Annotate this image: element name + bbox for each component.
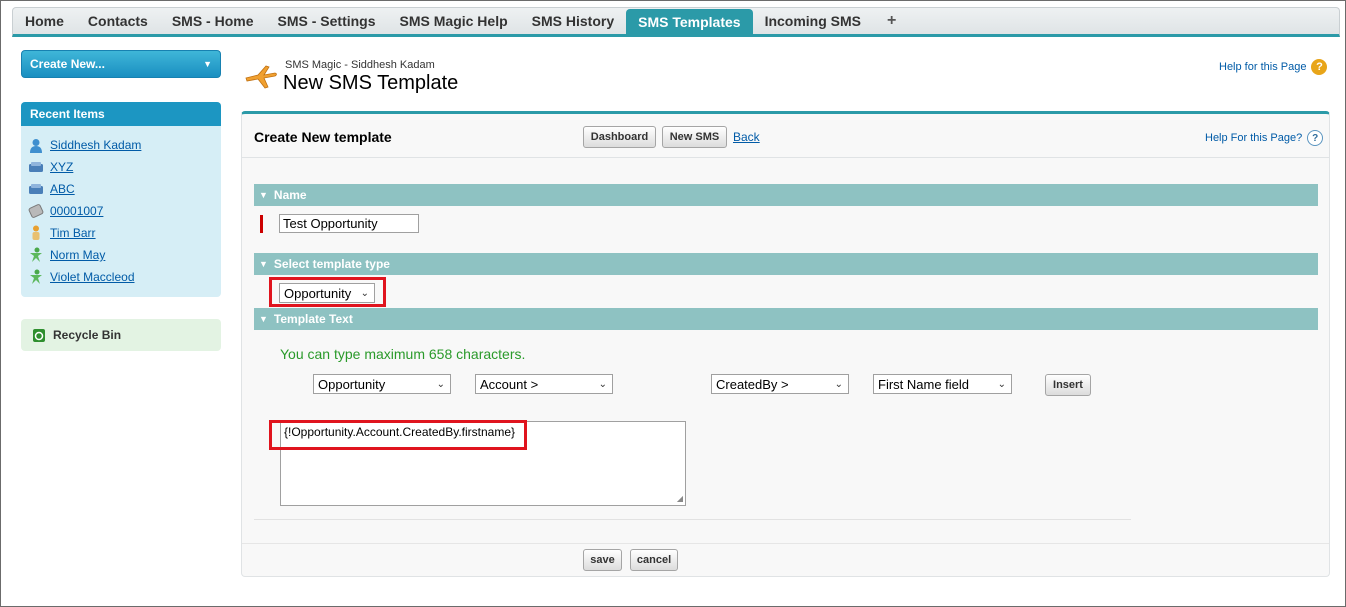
recent-item-link[interactable]: Violet Maccleod: [50, 270, 135, 284]
tab-sms-settings[interactable]: SMS - Settings: [266, 8, 388, 34]
section-name-header[interactable]: ▼ Name: [254, 184, 1318, 206]
highlight-box: [269, 420, 527, 450]
recycle-bin-label: Recycle Bin: [53, 328, 122, 342]
lead-icon: [28, 225, 44, 241]
relation-field-select-2[interactable]: CreatedBy > ⌄: [711, 374, 849, 394]
dashboard-button[interactable]: Dashboard: [583, 126, 656, 148]
required-indicator: [260, 215, 263, 233]
account-icon: [28, 181, 44, 197]
section-title: Template Text: [273, 312, 353, 326]
section-template-type-header[interactable]: ▼ Select template type: [254, 253, 1318, 275]
tab-sms-magic-help[interactable]: SMS Magic Help: [388, 8, 520, 34]
add-tab-icon[interactable]: +: [873, 8, 910, 34]
new-sms-button[interactable]: New SMS: [662, 126, 727, 148]
page-subtitle: SMS Magic - Siddhesh Kadam: [285, 59, 435, 71]
recent-items-panel: Recent Items Siddhesh Kadam XYZ ABC 0000…: [21, 102, 221, 297]
help-icon: ?: [1307, 130, 1324, 146]
chevron-down-icon: ⌄: [436, 378, 445, 390]
select-value: First Name field: [878, 376, 970, 392]
section-title: Select template type: [273, 257, 390, 271]
insert-button[interactable]: Insert: [1045, 374, 1091, 396]
create-new-label: Create New...: [30, 57, 105, 71]
help-label: Help for this Page: [1219, 61, 1307, 73]
section-title: Name: [273, 188, 307, 202]
back-link[interactable]: Back: [733, 130, 760, 144]
list-item: 00001007: [21, 200, 221, 222]
recent-items-title: Recent Items: [21, 102, 221, 126]
divider: [254, 519, 1131, 520]
object-field-select[interactable]: Opportunity ⌄: [313, 374, 451, 394]
panel-title: Create New template: [254, 129, 392, 145]
account-icon: [28, 159, 44, 175]
recycle-bin[interactable]: Recycle Bin: [21, 319, 221, 351]
collapse-triangle-icon: ▼: [259, 259, 268, 269]
list-item: Siddhesh Kadam: [21, 134, 221, 156]
resize-handle-icon[interactable]: ◢: [677, 494, 683, 503]
tab-contacts[interactable]: Contacts: [76, 8, 160, 34]
recent-item-link[interactable]: Siddhesh Kadam: [50, 138, 141, 152]
person-star-icon: [28, 269, 44, 285]
tab-sms-home[interactable]: SMS - Home: [160, 8, 266, 34]
recent-item-link[interactable]: Norm May: [50, 248, 105, 262]
footer-divider: [242, 543, 1329, 544]
recycle-bin-icon: [31, 327, 47, 343]
help-for-this-page-link[interactable]: Help For this Page? ?: [1205, 130, 1324, 146]
section-template-text-header[interactable]: ▼ Template Text: [254, 308, 1318, 330]
help-label: Help For this Page?: [1205, 132, 1303, 144]
help-icon: ?: [1311, 59, 1328, 75]
list-item: Norm May: [21, 244, 221, 266]
cancel-button[interactable]: cancel: [630, 549, 678, 571]
recent-item-link[interactable]: XYZ: [50, 160, 73, 174]
case-icon: [28, 203, 44, 219]
field-name-select[interactable]: First Name field ⌄: [873, 374, 1012, 394]
create-new-dropdown[interactable]: Create New... ▼: [21, 50, 221, 78]
tab-sms-history[interactable]: SMS History: [520, 8, 626, 34]
chevron-down-icon: ⌄: [598, 378, 607, 390]
template-name-input[interactable]: [279, 214, 419, 233]
tab-incoming-sms[interactable]: Incoming SMS: [753, 8, 873, 34]
character-limit-text: You can type maximum 658 characters.: [280, 346, 526, 362]
list-item: XYZ: [21, 156, 221, 178]
airplane-icon: [244, 64, 278, 93]
select-value: Account >: [480, 376, 539, 392]
recent-item-link[interactable]: Tim Barr: [50, 226, 96, 240]
person-star-icon: [28, 247, 44, 263]
collapse-triangle-icon: ▼: [259, 314, 268, 324]
caret-down-icon: ▼: [203, 59, 212, 69]
save-button[interactable]: save: [583, 549, 622, 571]
contact-icon: [28, 137, 44, 153]
list-item: Violet Maccleod: [21, 266, 221, 288]
chevron-down-icon: ⌄: [834, 378, 843, 390]
collapse-triangle-icon: ▼: [259, 190, 268, 200]
tab-bar: Home Contacts SMS - Home SMS - Settings …: [12, 7, 1340, 37]
list-item: Tim Barr: [21, 222, 221, 244]
tab-sms-templates[interactable]: SMS Templates: [626, 9, 753, 34]
recent-item-link[interactable]: 00001007: [50, 204, 103, 218]
select-value: CreatedBy >: [716, 376, 789, 392]
tab-home[interactable]: Home: [13, 8, 76, 34]
recent-item-link[interactable]: ABC: [50, 182, 75, 196]
panel-header: Create New template Dashboard New SMS Ba…: [242, 114, 1329, 158]
chevron-down-icon: ⌄: [997, 378, 1006, 390]
help-for-page-link[interactable]: Help for this Page ?: [1219, 59, 1328, 75]
select-value: Opportunity: [318, 376, 386, 392]
page-title: New SMS Template: [283, 72, 459, 94]
create-template-panel: Create New template Dashboard New SMS Ba…: [241, 111, 1330, 577]
relation-field-select-1[interactable]: Account > ⌄: [475, 374, 613, 394]
highlight-box: [269, 277, 386, 307]
list-item: ABC: [21, 178, 221, 200]
